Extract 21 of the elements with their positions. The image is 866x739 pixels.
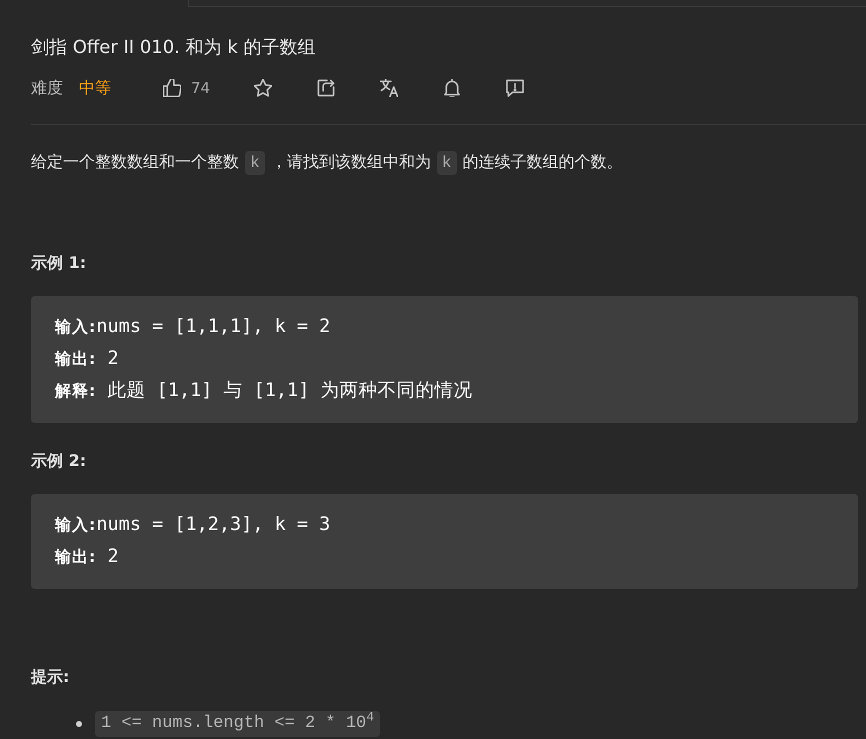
example-line: 输出: 2 <box>55 545 119 569</box>
example-line: 输出: 2 <box>55 347 119 371</box>
example-line: 输入:nums = [1,2,3], k = 3 <box>55 513 330 537</box>
translate-icon[interactable] <box>380 79 398 97</box>
bell-icon[interactable] <box>443 79 462 97</box>
example-line: 输入:nums = [1,1,1], k = 2 <box>55 315 330 339</box>
hints-heading: 提示: <box>31 666 70 688</box>
constraint-code: 1 <= nums.length <= 2 * 10$^{4}$ <box>95 711 380 737</box>
like-button[interactable]: 74 <box>163 76 210 100</box>
example-line: 解释: 此题 [1,1] 与 [1,1] 为两种不同的情况 <box>55 379 472 403</box>
difficulty-value: 中等 <box>79 77 111 99</box>
example-heading: 示例 1: <box>31 252 86 274</box>
share-icon[interactable] <box>317 79 336 97</box>
feedback-icon[interactable] <box>506 79 524 97</box>
example-heading: 示例 2: <box>31 450 86 472</box>
problem-title: 剑指 Offer II 010. 和为 k 的子数组 <box>31 36 316 60</box>
difficulty-label: 难度 <box>31 77 63 99</box>
star-icon[interactable] <box>254 79 272 97</box>
bullet-icon <box>76 721 82 727</box>
problem-description: 给定一个整数数组和一个整数 k ，请找到该数组中和为 k 的连续子数组的个数。 <box>31 148 623 177</box>
thumbs-up-icon <box>163 79 181 97</box>
